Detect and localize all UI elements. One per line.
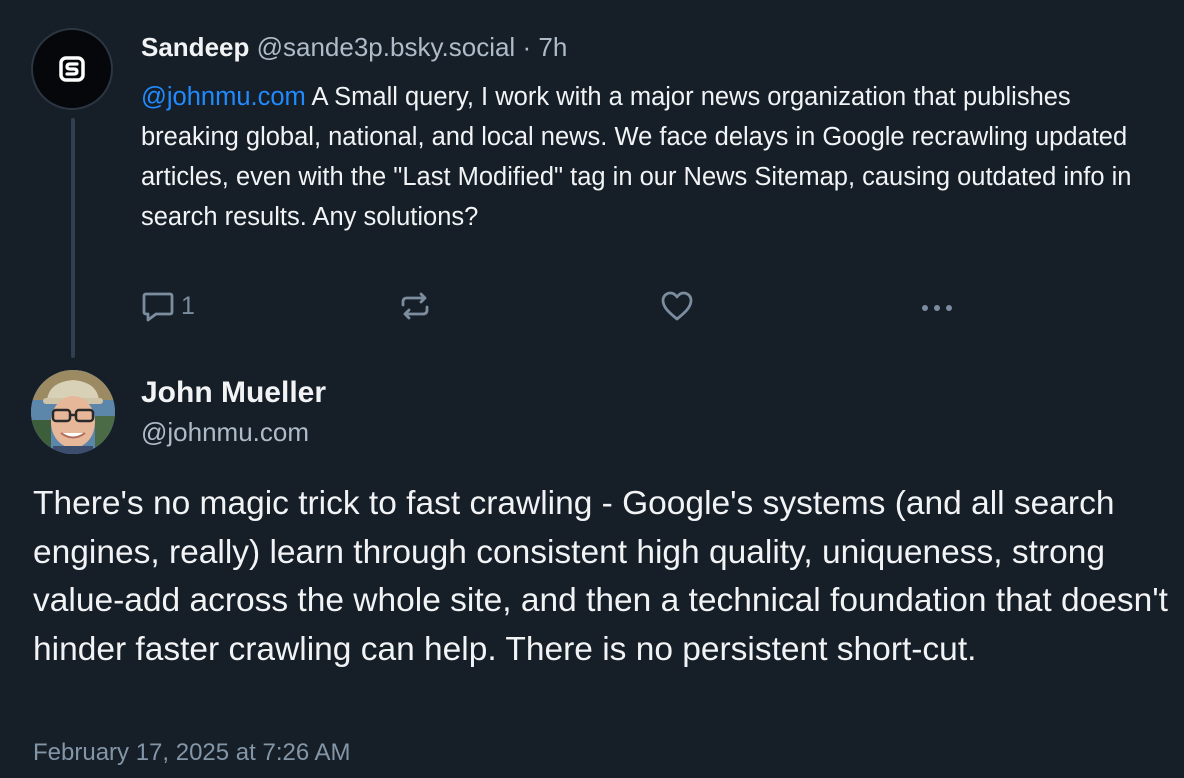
parent-author-handle[interactable]: @sande3p.bsky.social [257,32,516,62]
sandeep-avatar[interactable] [31,28,113,110]
parent-post-text: @johnmu.com A Small query, I work with a… [141,77,1171,237]
reply-count: 1 [181,291,195,320]
sandeep-avatar-logo [59,56,85,82]
thread-connector-line [71,118,75,358]
repost-arrows-icon [401,292,429,320]
parent-author-name[interactable]: Sandeep [141,32,249,62]
speech-bubble-icon [142,292,174,322]
reply-author-name[interactable]: John Mueller [141,374,326,412]
header-separator: · [522,32,532,62]
john-mueller-avatar-photo [31,370,115,454]
parent-post-actions: 1 [141,288,971,328]
parent-post-header: Sandeep @sande3p.bsky.social · 7h [141,30,567,64]
reply-button[interactable]: 1 [141,288,195,324]
mention-link[interactable]: @johnmu.com [141,83,306,111]
heart-icon [661,291,693,321]
reply-post-text: There's no magic trick to fast crawling … [33,485,1168,668]
parent-post-time[interactable]: 7h [538,32,567,62]
reply-timestamp[interactable]: February 17, 2025 at 7:26 AM [33,736,351,770]
like-button[interactable] [659,288,695,324]
repost-button[interactable] [397,288,433,324]
more-options-button[interactable] [919,288,955,324]
reply-author-handle[interactable]: @johnmu.com [141,414,309,450]
john-mueller-avatar[interactable] [31,370,115,454]
ellipsis-icon [922,305,952,311]
